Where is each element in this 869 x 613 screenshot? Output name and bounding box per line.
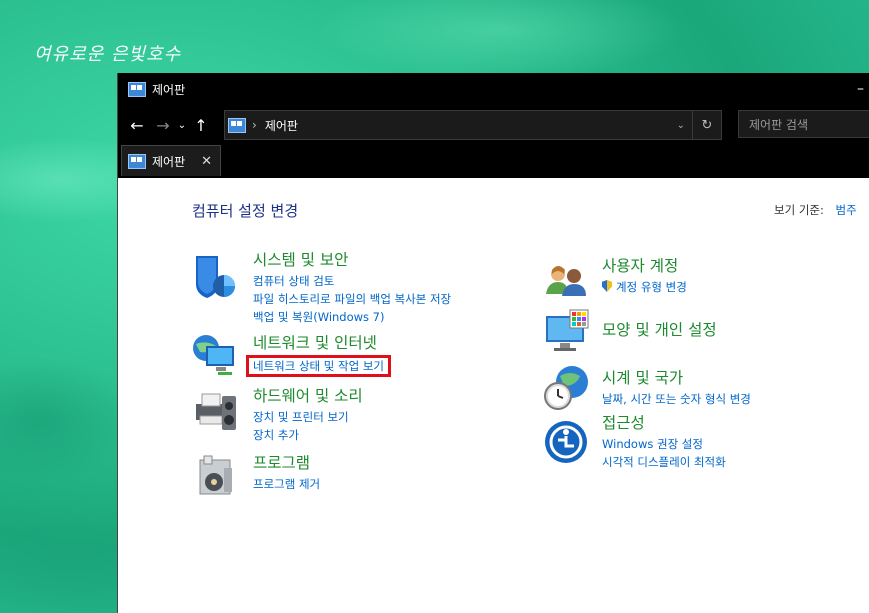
breadcrumb-control-panel[interactable]: 제어판	[265, 117, 298, 134]
link-optimize-display[interactable]: 시각적 디스플레이 최적화	[602, 453, 726, 471]
title-bar[interactable]: 제어판 –	[118, 73, 869, 105]
link-add-device[interactable]: 장치 추가	[253, 426, 363, 444]
address-dropdown-icon[interactable]: ⌄	[677, 120, 685, 131]
address-bar[interactable]: › 제어판 ⌄ ↻	[224, 110, 722, 140]
users-icon[interactable]	[544, 256, 592, 304]
category-title[interactable]: 하드웨어 및 소리	[253, 384, 363, 406]
clock-globe-icon[interactable]	[544, 364, 592, 412]
breadcrumb-separator-icon: ›	[252, 118, 257, 132]
category-appearance: 모양 및 개인 설정	[602, 318, 717, 342]
link-file-history[interactable]: 파일 히스토리로 파일의 백업 복사본 저장	[253, 290, 451, 308]
category-title[interactable]: 프로그램	[253, 451, 320, 473]
minimize-button[interactable]: –	[857, 81, 864, 97]
search-input[interactable]: 제어판 검색	[738, 110, 869, 138]
network-icon[interactable]	[192, 330, 240, 378]
accessibility-icon[interactable]	[544, 418, 592, 466]
category-title[interactable]: 사용자 계정	[602, 254, 687, 276]
link-text: 계정 유형 변경	[616, 280, 687, 294]
view-by-dropdown[interactable]: 범주	[836, 203, 857, 217]
category-title[interactable]: 접근성	[602, 411, 726, 433]
up-button[interactable]: ↑	[190, 116, 212, 135]
recent-locations-button[interactable]: ⌄	[174, 120, 190, 131]
uac-shield-icon	[602, 280, 612, 292]
control-panel-icon	[128, 81, 146, 97]
link-change-account-type[interactable]: 계정 유형 변경	[602, 278, 687, 296]
refresh-button[interactable]: ↻	[692, 111, 721, 139]
control-panel-content: 컴퓨터 설정 변경 보기 기준: 범주 시스템 및 보안 컴퓨터 상태 검토 파…	[118, 178, 869, 613]
tab-control-panel[interactable]: 제어판 ✕	[121, 145, 221, 176]
link-uninstall-program[interactable]: 프로그램 제거	[253, 475, 320, 493]
link-devices-printers[interactable]: 장치 및 프린터 보기	[253, 408, 363, 426]
close-tab-icon[interactable]: ✕	[201, 154, 212, 169]
category-ease-of-access: 접근성 Windows 권장 설정 시각적 디스플레이 최적화	[602, 411, 726, 471]
tab-label: 제어판	[152, 154, 186, 169]
programs-icon[interactable]	[192, 452, 240, 500]
tab-control-panel-icon	[128, 153, 146, 169]
view-by-label: 보기 기준:	[774, 203, 824, 217]
page-title: 컴퓨터 설정 변경	[192, 202, 299, 220]
view-by: 보기 기준: 범주	[774, 202, 857, 218]
category-network-internet: 네트워크 및 인터넷 네트워크 상태 및 작업 보기	[246, 331, 392, 377]
category-title[interactable]: 시스템 및 보안	[253, 248, 451, 270]
shield-icon[interactable]	[192, 252, 240, 300]
tab-bar: 제어판 ✕	[118, 145, 869, 178]
category-system-security: 시스템 및 보안 컴퓨터 상태 검토 파일 히스토리로 파일의 백업 복사본 저…	[253, 248, 451, 326]
back-button[interactable]: ←	[126, 116, 148, 135]
category-hardware-sound: 하드웨어 및 소리 장치 및 프린터 보기 장치 추가	[253, 384, 363, 444]
link-backup-restore[interactable]: 백업 및 복원(Windows 7)	[253, 308, 451, 326]
link-date-time-format[interactable]: 날짜, 시간 또는 숫자 형식 변경	[602, 390, 751, 408]
category-title[interactable]: 네트워크 및 인터넷	[253, 331, 391, 353]
navigation-bar: ← → ⌄ ↑ › 제어판 ⌄ ↻ 제어판 검색	[118, 105, 869, 145]
category-title[interactable]: 시계 및 국가	[602, 366, 751, 388]
watermark: 여유로운 은빛호수	[34, 44, 182, 65]
link-review-status[interactable]: 컴퓨터 상태 검토	[253, 272, 451, 290]
link-recommended-settings[interactable]: Windows 권장 설정	[602, 435, 726, 453]
window-title: 제어판	[152, 82, 186, 97]
category-programs: 프로그램 프로그램 제거	[253, 451, 320, 493]
monitor-icon[interactable]	[544, 306, 592, 354]
control-panel-window: 제어판 – ← → ⌄ ↑ › 제어판 ⌄ ↻ 제어판 검색 제어판 ✕ 컴퓨터…	[117, 73, 869, 613]
category-title[interactable]: 모양 및 개인 설정	[602, 318, 717, 340]
category-clock-region: 시계 및 국가 날짜, 시간 또는 숫자 형식 변경	[602, 366, 751, 408]
category-user-accounts: 사용자 계정 계정 유형 변경	[602, 254, 687, 296]
forward-button[interactable]: →	[152, 116, 174, 135]
printer-icon[interactable]	[192, 386, 240, 434]
link-network-status-tasks[interactable]: 네트워크 상태 및 작업 보기	[246, 355, 392, 377]
address-control-panel-icon	[228, 117, 246, 133]
